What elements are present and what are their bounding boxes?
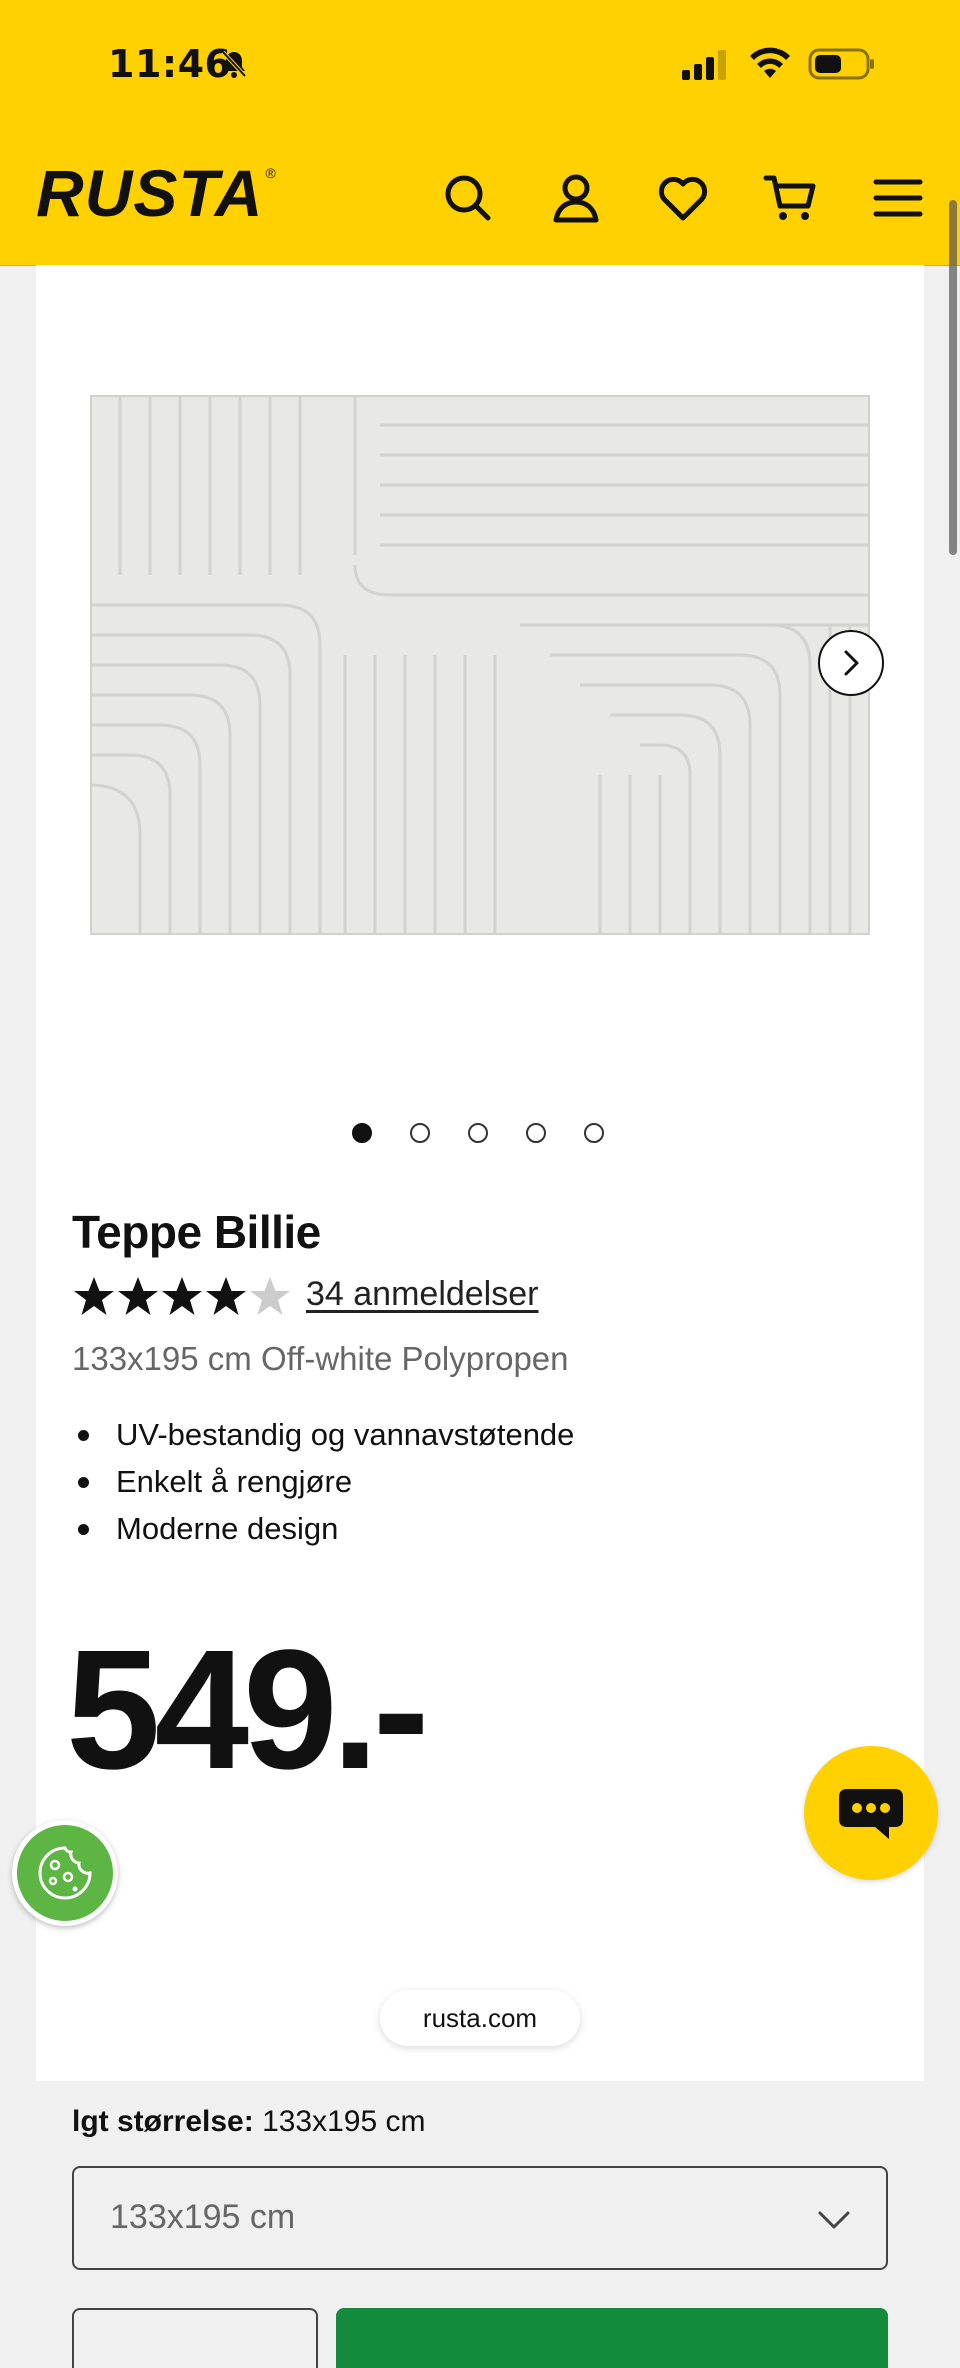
cookie-icon [38, 1846, 92, 1900]
size-label: lgt størrelse: 133x195 cm [72, 2105, 426, 2139]
scrollbar-thumb[interactable] [949, 200, 957, 555]
status-time: 11:46 [108, 42, 232, 86]
rating-stars [74, 1277, 290, 1315]
chevron-down-icon [818, 2211, 850, 2229]
site-header: 11:46 RUSTA ® [0, 0, 960, 266]
cart-icon[interactable] [762, 170, 818, 226]
bell-muted-icon [221, 50, 247, 78]
gallery-dot[interactable] [584, 1123, 604, 1143]
wifi-icon [750, 47, 790, 78]
feature-item: Enkelt å rengjøre [72, 1458, 574, 1505]
browser-url-pill[interactable]: rusta.com [380, 1990, 580, 2046]
size-label-value: 133x195 cm [262, 2105, 426, 2138]
reviews-link[interactable]: 34 anmeldelser [306, 1275, 538, 1314]
menu-icon[interactable] [870, 170, 926, 226]
account-icon[interactable] [548, 170, 604, 226]
product-card: Teppe Billie 34 anmeldelser 133x195 cm O… [36, 265, 924, 2368]
rusta-logo[interactable]: RUSTA ® [36, 160, 277, 226]
gallery-pagination [36, 1123, 924, 1153]
gallery-dot[interactable] [526, 1123, 546, 1143]
logo-text: RUSTA [36, 156, 264, 230]
logo-registered-mark: ® [265, 165, 277, 181]
cookie-settings-button[interactable] [12, 1820, 118, 1926]
chevron-right-icon [844, 650, 859, 676]
product-title: Teppe Billie [72, 1206, 321, 1258]
star-icon [118, 1277, 158, 1315]
star-icon [74, 1277, 114, 1315]
battery-icon [808, 48, 874, 80]
size-select[interactable]: 133x195 cm [72, 2166, 888, 2270]
next-image-button[interactable] [818, 630, 884, 696]
product-price: 549.- [66, 1615, 429, 1805]
gallery-dot[interactable] [352, 1123, 372, 1143]
gallery-dot[interactable] [410, 1123, 430, 1143]
feature-item: Moderne design [72, 1505, 574, 1552]
star-icon [162, 1277, 202, 1315]
signal-icon [682, 50, 726, 80]
product-subtitle: 133x195 cm Off-white Polypropen [72, 1340, 569, 1377]
quantity-stepper[interactable] [72, 2308, 318, 2368]
heart-icon[interactable] [655, 170, 711, 226]
search-icon[interactable] [440, 170, 496, 226]
feature-list: UV-bestandig og vannavstøtende Enkelt å … [72, 1411, 574, 1552]
size-label-title: lgt størrelse: [72, 2105, 254, 2138]
add-to-cart-button[interactable] [336, 2308, 888, 2368]
feature-item: UV-bestandig og vannavstøtende [72, 1411, 574, 1458]
star-icon [206, 1277, 246, 1315]
chat-bubble-icon [839, 1789, 903, 1839]
product-image[interactable] [90, 395, 870, 935]
size-select-value: 133x195 cm [110, 2198, 296, 2236]
gallery-dot[interactable] [468, 1123, 488, 1143]
chat-button[interactable] [804, 1746, 938, 1880]
star-icon [250, 1277, 290, 1315]
